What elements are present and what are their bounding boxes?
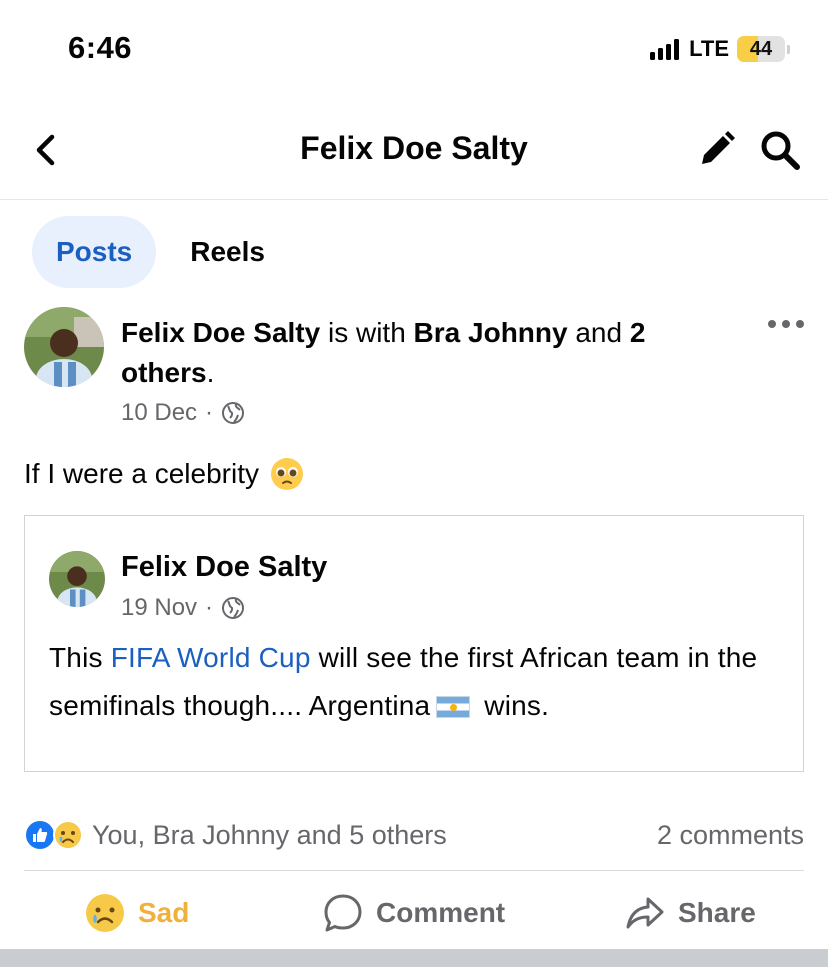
argentina-flag-icon: [436, 696, 471, 718]
search-button[interactable]: [758, 128, 802, 172]
profile-tabs: Posts Reels: [32, 216, 289, 288]
network-type: LTE: [689, 36, 729, 61]
battery-level: 44: [749, 37, 773, 60]
tab-reels[interactable]: Reels: [166, 216, 289, 288]
reaction-icons[interactable]: [24, 819, 84, 851]
post-text: If I were a celebrity: [24, 456, 305, 492]
shared-post-card[interactable]: Felix Doe Salty 19 Nov · This FIFA World…: [24, 515, 804, 772]
pleading-face-icon: [270, 458, 303, 490]
battery-icon: 44: [737, 36, 785, 62]
search-icon: [761, 131, 800, 170]
globe-icon: [222, 402, 245, 424]
reaction-names[interactable]: You, Bra Johnny and 5 others: [92, 820, 447, 851]
comment-bubble-icon: [324, 894, 362, 932]
sad-reaction-icon: [53, 820, 83, 850]
shared-post-text: This FIFA World Cup will see the first A…: [49, 642, 758, 721]
comment-button[interactable]: Comment: [322, 880, 505, 946]
post-info: 10 Dec ·: [121, 399, 721, 427]
signal-icon: [650, 38, 680, 60]
more-options-button[interactable]: [768, 320, 804, 334]
globe-icon: [222, 597, 245, 619]
bottom-separator: [0, 949, 828, 967]
post-headline: Felix Doe Salty is with Bra Johnny and 2…: [121, 317, 646, 388]
share-button[interactable]: Share: [624, 880, 756, 946]
shared-post-date[interactable]: 19 Nov: [121, 594, 197, 622]
tab-posts[interactable]: Posts: [32, 216, 157, 288]
edit-button[interactable]: [696, 128, 738, 170]
post-author[interactable]: Felix Doe Salty: [121, 317, 320, 348]
reactions-summary: You, Bra Johnny and 5 others 2 comments: [24, 815, 804, 855]
status-time: 6:46: [68, 30, 133, 65]
shared-avatar[interactable]: [49, 551, 105, 607]
avatar[interactable]: [24, 307, 104, 387]
avatar-image: [24, 307, 104, 387]
divider: [24, 870, 804, 871]
shared-post-info: 19 Nov ·: [121, 594, 245, 622]
sad-face-icon: [86, 894, 124, 932]
comments-count[interactable]: 2 comments: [657, 820, 804, 851]
post-date[interactable]: 10 Dec: [121, 399, 197, 427]
battery-cap: [787, 44, 790, 54]
shared-post-author[interactable]: Felix Doe Salty: [121, 551, 327, 584]
post-header: Felix Doe Salty is with Bra Johnny and 2…: [121, 313, 721, 427]
pencil-icon: [702, 131, 735, 164]
top-navigation-bar: Felix Doe Salty: [0, 100, 828, 200]
tagged-friend[interactable]: Bra Johnny: [414, 317, 568, 348]
sad-react-button[interactable]: Sad: [84, 880, 189, 946]
status-indicators: LTE 44: [650, 36, 790, 62]
share-arrow-icon: [626, 897, 664, 929]
avatar-image: [49, 551, 105, 607]
fifa-world-cup-link[interactable]: FIFA World Cup: [111, 642, 311, 673]
post-actions: Sad Comment Share: [0, 880, 828, 946]
status-bar: 6:46 LTE 44: [0, 0, 828, 100]
